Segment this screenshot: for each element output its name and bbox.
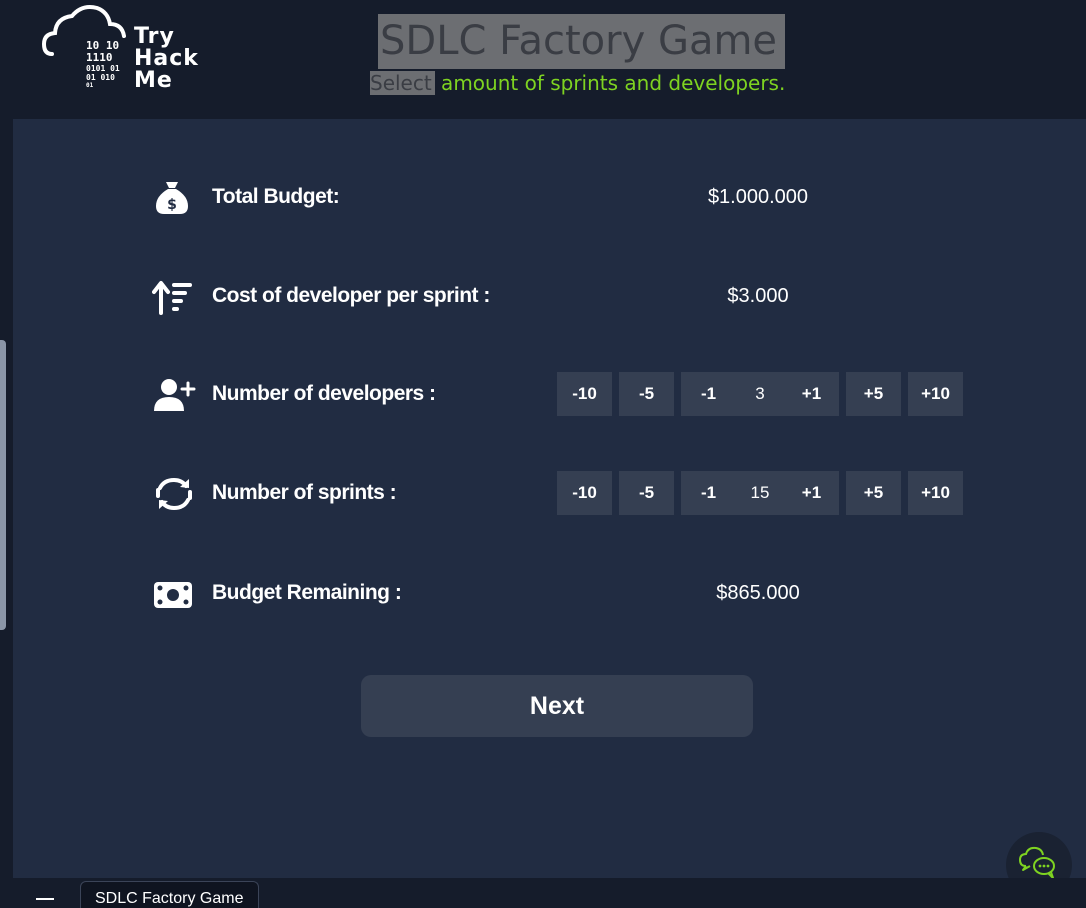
taskbar-tab[interactable]: SDLC Factory Game: [80, 881, 259, 908]
developers-minus-10-button[interactable]: -10: [557, 372, 612, 416]
subtitle-selected-text: Select: [370, 71, 435, 95]
budget-remaining-value: $865.000: [716, 582, 800, 604]
sprints-stepper: -10 -5 -1 15 +1 +5 +10: [557, 471, 963, 515]
sprints-plus-10-button[interactable]: +10: [908, 471, 963, 515]
sprints-plus-1-button[interactable]: +1: [784, 471, 839, 515]
tryhackme-logo[interactable]: 10 10 1110 0101 01 01 010 01 Try Hack Me: [42, 4, 212, 100]
sprints-plus-5-button[interactable]: +5: [846, 471, 901, 515]
page-title: SDLC Factory Game: [378, 14, 786, 69]
money-bag-icon: $: [152, 180, 196, 216]
developers-plus-5-button[interactable]: +5: [846, 372, 901, 416]
developers-label: Number of developers :: [212, 382, 436, 405]
sprints-minus-1-button[interactable]: -1: [681, 471, 736, 515]
sprints-minus-5-button[interactable]: -5: [619, 471, 674, 515]
total-budget-value: $1.000.000: [707, 186, 809, 208]
refresh-icon: [152, 476, 196, 512]
budget-remaining-label: Budget Remaining :: [212, 581, 402, 604]
next-button[interactable]: Next: [361, 675, 753, 737]
developers-plus-10-button[interactable]: +10: [908, 372, 963, 416]
header: 10 10 1110 0101 01 01 010 01 Try Hack Me…: [0, 0, 1086, 119]
total-budget-row: $ Total Budget: $1.000.000: [150, 172, 970, 222]
sprints-row: Number of sprints : -10 -5 -1 15 +1 +5 +…: [150, 468, 970, 518]
cost-per-sprint-row: Cost of developer per sprint : $3.000: [150, 271, 970, 321]
developers-count: 3: [736, 372, 784, 416]
logo-bits: 10 10 1110 0101 01 01 010 01: [86, 39, 120, 90]
developers-row: Number of developers : -10 -5 -1 3 +1 +5…: [150, 369, 970, 419]
cost-per-sprint-label: Cost of developer per sprint :: [212, 284, 490, 307]
developers-plus-1-button[interactable]: +1: [784, 372, 839, 416]
sprints-label: Number of sprints :: [212, 481, 397, 504]
banknote-icon: [152, 576, 196, 612]
sort-up-icon: [152, 279, 196, 315]
cost-per-sprint-value: $3.000: [727, 285, 789, 307]
svg-text:$: $: [167, 197, 177, 213]
developers-stepper: -10 -5 -1 3 +1 +5 +10: [557, 372, 963, 416]
sprints-count: 15: [736, 471, 784, 515]
developers-minus-5-button[interactable]: -5: [619, 372, 674, 416]
taskbar: SDLC Factory Game: [0, 878, 1086, 908]
scrollbar-thumb[interactable]: [0, 340, 6, 630]
minimize-icon[interactable]: [36, 898, 54, 900]
logo-wordmark: Try Hack Me: [134, 24, 199, 93]
user-plus-icon: [152, 377, 196, 413]
page-subtitle: Select amount of sprints and developers.: [370, 70, 785, 97]
subtitle-text: amount of sprints and developers.: [434, 71, 786, 95]
total-budget-label: Total Budget:: [212, 185, 340, 208]
developers-minus-1-button[interactable]: -1: [681, 372, 736, 416]
budget-remaining-row: Budget Remaining : $865.000: [150, 568, 970, 618]
sprints-minus-10-button[interactable]: -10: [557, 471, 612, 515]
